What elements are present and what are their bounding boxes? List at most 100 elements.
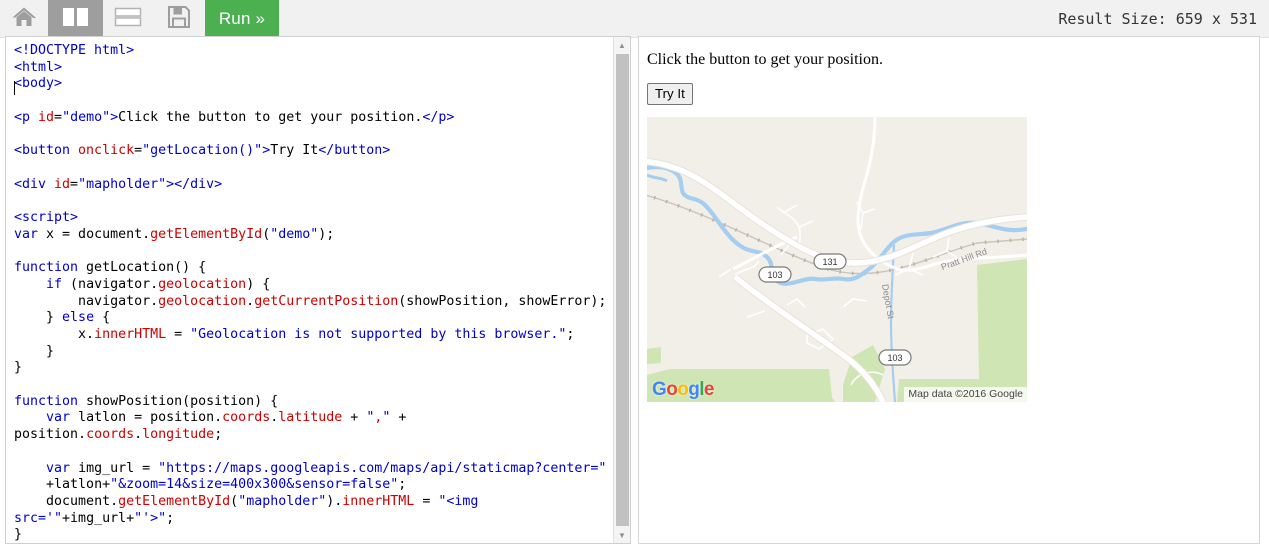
code-token: <script> xyxy=(14,210,79,226)
code-token: "mapholder" xyxy=(238,493,327,509)
code-token: ( xyxy=(262,226,271,242)
code-token: = xyxy=(134,143,143,159)
code-token: > xyxy=(166,176,175,192)
code-token: geolocation xyxy=(158,276,247,292)
code-token: + xyxy=(342,410,367,426)
code-token: var xyxy=(46,460,71,476)
svg-text:131: 131 xyxy=(822,257,837,267)
code-token: <p xyxy=(14,109,39,125)
code-token: coords xyxy=(222,410,271,426)
map-holder[interactable]: 131 103 103 Pratt Hill Rd Depot St Googl… xyxy=(647,117,1027,402)
code-token: . xyxy=(134,427,143,443)
code-token: ). xyxy=(326,493,343,509)
shield-131: 131 xyxy=(813,253,847,270)
code-token: else xyxy=(62,310,95,326)
code-token: } xyxy=(14,310,63,326)
code-token: = xyxy=(166,326,191,342)
code-token: } xyxy=(14,360,23,376)
code-token: id xyxy=(54,176,71,192)
code-token: ) { xyxy=(246,276,271,292)
code-token: "&zoom=14&size=400x300&sensor=false" xyxy=(110,477,399,493)
shield-103-south: 103 xyxy=(878,349,912,366)
run-button[interactable]: Run » xyxy=(205,0,279,38)
code-token: <button xyxy=(14,143,79,159)
split-horizontal-button[interactable] xyxy=(103,0,153,38)
code-token: ; xyxy=(566,326,575,342)
scrollbar-thumb[interactable] xyxy=(616,54,629,526)
code-token: ; xyxy=(398,477,407,493)
code-token: Click the button to get your position. xyxy=(118,109,423,125)
try-it-button[interactable]: Try It xyxy=(647,83,693,105)
result-body: Click the button to get your position. T… xyxy=(647,45,1255,543)
code-token: "getLocation()" xyxy=(142,143,263,159)
code-token: +latlon+ xyxy=(14,477,111,493)
code-token: "Geolocation is not supported by this br… xyxy=(190,326,567,342)
code-token: } xyxy=(14,527,23,543)
code-token: if xyxy=(46,276,63,292)
google-logo-letter: e xyxy=(703,379,715,400)
code-token: "'>" xyxy=(134,510,167,526)
save-button[interactable] xyxy=(153,0,205,38)
code-token: </button> xyxy=(318,143,391,159)
code-token: function xyxy=(14,393,79,409)
result-preview-pane: Click the button to get your position. T… xyxy=(638,36,1260,544)
text-caret xyxy=(14,81,15,95)
code-token: "mapholder" xyxy=(78,176,167,192)
code-token: var xyxy=(46,410,71,426)
code-token: "demo" xyxy=(270,226,319,242)
scroll-up-arrow-icon[interactable]: ▲ xyxy=(614,37,630,53)
code-token: getElementById xyxy=(150,226,263,242)
split-vertical-button[interactable] xyxy=(48,0,103,38)
code-token: navigator. xyxy=(14,293,159,309)
shield-103-west: 103 xyxy=(758,266,792,283)
demo-paragraph: Click the button to get your position. xyxy=(647,51,883,68)
code-token: } xyxy=(14,343,55,359)
code-token: latlon = position. xyxy=(70,410,223,426)
code-token: id xyxy=(38,109,55,125)
code-token: (navigator. xyxy=(62,276,159,292)
home-button[interactable] xyxy=(0,0,48,38)
code-token: latitude xyxy=(278,410,343,426)
code-token: . xyxy=(246,293,255,309)
code-token: document. xyxy=(14,493,119,509)
code-token: ; xyxy=(214,427,223,443)
split-horizontal-icon xyxy=(113,5,143,34)
code-editor-text[interactable]: <!DOCTYPE html> <html> <body> <p id="dem… xyxy=(14,43,614,543)
static-map-image: 131 103 103 Pratt Hill Rd Depot St xyxy=(647,117,1027,402)
code-token: "demo" xyxy=(62,109,111,125)
code-token: = xyxy=(54,109,63,125)
code-token: ); xyxy=(318,226,335,242)
svg-text:103: 103 xyxy=(767,270,782,280)
svg-text:103: 103 xyxy=(887,353,902,363)
code-token: </p> xyxy=(422,109,455,125)
code-token: var xyxy=(14,226,39,242)
scroll-down-arrow-icon[interactable]: ▼ xyxy=(614,527,630,543)
code-token: ( xyxy=(230,493,239,509)
code-scrollbar[interactable]: ▲ ▼ xyxy=(613,37,630,543)
toolbar: Run » Result Size: 659 x 531 xyxy=(0,0,1269,38)
code-token: longitude xyxy=(142,427,215,443)
code-token: <html> xyxy=(14,59,63,75)
google-logo: Google xyxy=(652,380,714,399)
split-vertical-icon xyxy=(60,5,92,34)
code-token: showPosition(position) { xyxy=(78,393,279,409)
map-attribution: Map data ©2016 Google xyxy=(904,387,1027,402)
code-token: innerHTML xyxy=(94,326,167,342)
google-logo-letter: g xyxy=(688,379,700,400)
code-token: = xyxy=(70,176,79,192)
code-token: </div> xyxy=(174,176,223,192)
google-logo-letter: o xyxy=(666,379,678,400)
code-token: x = document. xyxy=(38,226,151,242)
code-token: <div xyxy=(14,176,55,192)
code-token: = xyxy=(414,493,439,509)
code-token: img_url = xyxy=(70,460,159,476)
code-token: Try It xyxy=(270,143,319,159)
code-editor-pane[interactable]: <!DOCTYPE html> <html> <body> <p id="dem… xyxy=(5,36,631,544)
floppy-save-icon xyxy=(166,4,192,35)
code-token: coords xyxy=(86,427,135,443)
code-token: ; xyxy=(166,510,175,526)
home-icon xyxy=(11,5,37,34)
